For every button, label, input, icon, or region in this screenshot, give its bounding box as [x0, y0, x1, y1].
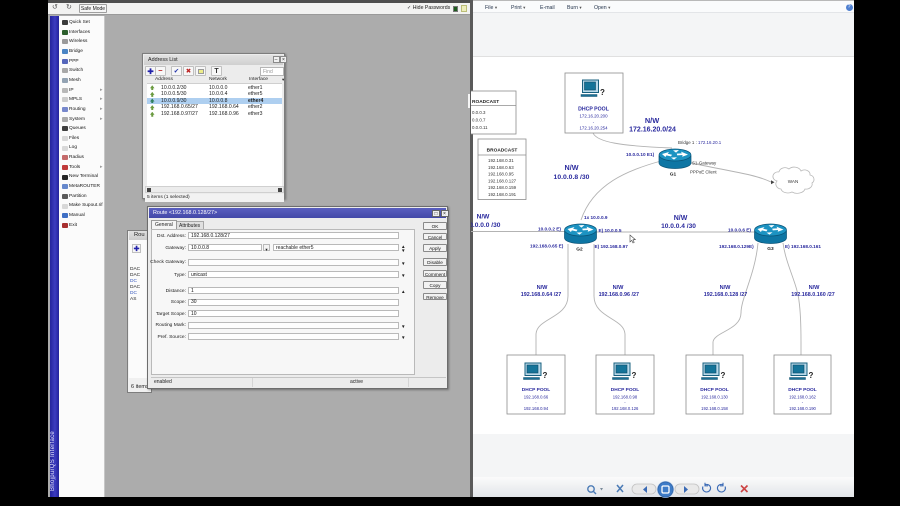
- svg-text:10.0.0.10 E1): 10.0.0.10 E1): [626, 152, 655, 157]
- svg-text:192.168.0.129E): 192.168.0.129E): [719, 244, 754, 249]
- svg-text:N/W: N/W: [720, 285, 732, 291]
- svg-text:DHCP POOL: DHCP POOL: [700, 387, 728, 393]
- svg-text:192.168.0.162: 192.168.0.162: [789, 395, 816, 400]
- svg-text:172.16.20.254: 172.16.20.254: [579, 126, 608, 131]
- svg-text:N/W: N/W: [565, 163, 579, 172]
- svg-text:ROADCAST: ROADCAST: [472, 99, 499, 105]
- svg-text:G1: G1: [670, 172, 677, 178]
- svg-text:S1-Gateway: S1-Gateway: [692, 161, 717, 166]
- svg-text:192.168.0.65 E): 192.168.0.65 E): [530, 244, 564, 249]
- svg-text:192.168.0.190: 192.168.0.190: [789, 406, 816, 411]
- svg-text:172.16.20.200: 172.16.20.200: [579, 114, 608, 119]
- svg-text:E) 10.0.0.5: E) 10.0.0.5: [599, 228, 622, 233]
- svg-text:DHCP POOL: DHCP POOL: [522, 387, 550, 393]
- svg-text:G3: G3: [767, 246, 774, 252]
- svg-text:192.168.0.158: 192.168.0.158: [701, 406, 728, 411]
- svg-text:192.168.0.98: 192.168.0.98: [613, 395, 638, 400]
- svg-text:10.0.0.6 E): 10.0.0.6 E): [728, 228, 751, 233]
- svg-text:192.168.0.127: 192.168.0.127: [488, 178, 517, 183]
- svg-text:192.168.0.94: 192.168.0.94: [524, 406, 549, 411]
- svg-text:N/W: N/W: [674, 215, 688, 222]
- svg-text:1x 10.0.0.9: 1x 10.0.0.9: [584, 215, 608, 220]
- svg-text:BROADCAST: BROADCAST: [487, 148, 518, 154]
- svg-text:10.0.0.4 /30: 10.0.0.4 /30: [661, 223, 696, 230]
- svg-text:N/W: N/W: [613, 285, 625, 291]
- svg-text:N/W: N/W: [477, 214, 491, 221]
- svg-text:192.168.0.95: 192.168.0.95: [488, 172, 514, 177]
- svg-text:10.0.0.0 /30: 10.0.0.0 /30: [471, 222, 501, 229]
- svg-text:192.168.0.130: 192.168.0.130: [701, 395, 728, 400]
- svg-text:192.168.0.64 /27: 192.168.0.64 /27: [521, 292, 561, 298]
- svg-text:0.0.0.7: 0.0.0.7: [472, 118, 486, 123]
- svg-text:10.0.0.2 E): 10.0.0.2 E): [538, 227, 561, 232]
- svg-text:DHCP POOL: DHCP POOL: [611, 387, 639, 393]
- svg-text:192.168.0.126: 192.168.0.126: [612, 406, 639, 411]
- svg-text:10.0.0.8 /30: 10.0.0.8 /30: [554, 174, 590, 181]
- svg-text:G2: G2: [576, 247, 583, 253]
- svg-text:Bridge 1 : 172.16.20.1: Bridge 1 : 172.16.20.1: [678, 140, 722, 145]
- svg-text:0.0.0.3: 0.0.0.3: [472, 110, 486, 115]
- svg-text:WAN: WAN: [788, 179, 799, 184]
- svg-text:192.168.0.31: 192.168.0.31: [488, 158, 514, 163]
- svg-text:DHCP POOL: DHCP POOL: [788, 387, 816, 393]
- svg-text:DHCP POOL: DHCP POOL: [578, 107, 610, 113]
- svg-text:192.168.0.63: 192.168.0.63: [488, 165, 514, 170]
- svg-text:N/W: N/W: [537, 285, 549, 291]
- svg-text:N/W: N/W: [645, 116, 659, 125]
- svg-text:172.16.20.0/24: 172.16.20.0/24: [629, 127, 676, 134]
- svg-text:E) 192.168.0.97: E) 192.168.0.97: [595, 244, 629, 249]
- svg-text:PPPoE Client: PPPoE Client: [690, 170, 717, 175]
- svg-text:192.168.0.159: 192.168.0.159: [488, 185, 517, 190]
- svg-text:192.168.0.160 /27: 192.168.0.160 /27: [791, 292, 834, 298]
- svg-text:192.168.0.128 /27: 192.168.0.128 /27: [704, 292, 747, 298]
- svg-text:192.168.0.96 /27: 192.168.0.96 /27: [599, 292, 639, 298]
- svg-text:192.168.0.191: 192.168.0.191: [488, 192, 517, 197]
- svg-text:N/W: N/W: [809, 285, 821, 291]
- svg-text:0.0.0.11: 0.0.0.11: [472, 125, 488, 130]
- svg-text:192.168.0.66: 192.168.0.66: [524, 395, 549, 400]
- svg-text:E) 192.168.0.161: E) 192.168.0.161: [785, 244, 821, 249]
